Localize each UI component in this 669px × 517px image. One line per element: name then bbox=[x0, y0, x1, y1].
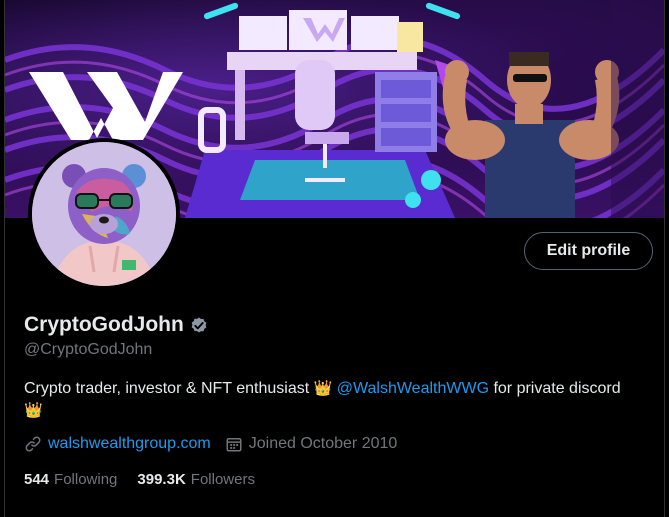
display-name: CryptoGodJohn bbox=[24, 313, 184, 336]
followers-label: Followers bbox=[190, 471, 255, 488]
profile-header: Edit profile CryptoGodJohn @CryptoGodJoh… bbox=[4, 0, 665, 517]
joined-date: Joined October 2010 bbox=[225, 435, 398, 453]
edit-profile-button[interactable]: Edit profile bbox=[524, 232, 653, 270]
bio-text: for private discord bbox=[489, 380, 621, 397]
profile-bio: Crypto trader, investor & NFT enthusiast… bbox=[24, 378, 654, 422]
bio-mention-link[interactable]: @WalshWealthWWG bbox=[337, 380, 489, 397]
follow-stats: 544 Following 399.3K Followers bbox=[24, 471, 275, 488]
website-link[interactable]: walshwealthgroup.com bbox=[48, 435, 211, 453]
verified-badge-icon[interactable] bbox=[189, 315, 209, 335]
profile-meta: walshwealthgroup.com Joined October 2010 bbox=[24, 435, 397, 453]
bio-text: Crypto trader, investor & NFT enthusiast bbox=[24, 380, 314, 397]
avatar-image bbox=[32, 142, 176, 286]
crown-emoji: 👑 bbox=[313, 380, 333, 397]
following-count: 544 bbox=[24, 471, 50, 488]
calendar-icon bbox=[226, 438, 242, 452]
following-link[interactable]: 544 Following bbox=[24, 471, 117, 488]
following-label: Following bbox=[54, 471, 118, 488]
link-icon bbox=[25, 436, 41, 452]
followers-link[interactable]: 399.3K Followers bbox=[137, 471, 255, 488]
avatar[interactable] bbox=[28, 138, 180, 290]
user-handle: @CryptoGodJohn bbox=[24, 341, 153, 358]
followers-count: 399.3K bbox=[137, 471, 186, 488]
bear-avatar-illustration bbox=[32, 142, 176, 286]
joined-text: Joined October 2010 bbox=[248, 435, 398, 452]
display-name-row: CryptoGodJohn bbox=[24, 313, 209, 337]
crown-emoji: 👑 bbox=[24, 402, 43, 419]
